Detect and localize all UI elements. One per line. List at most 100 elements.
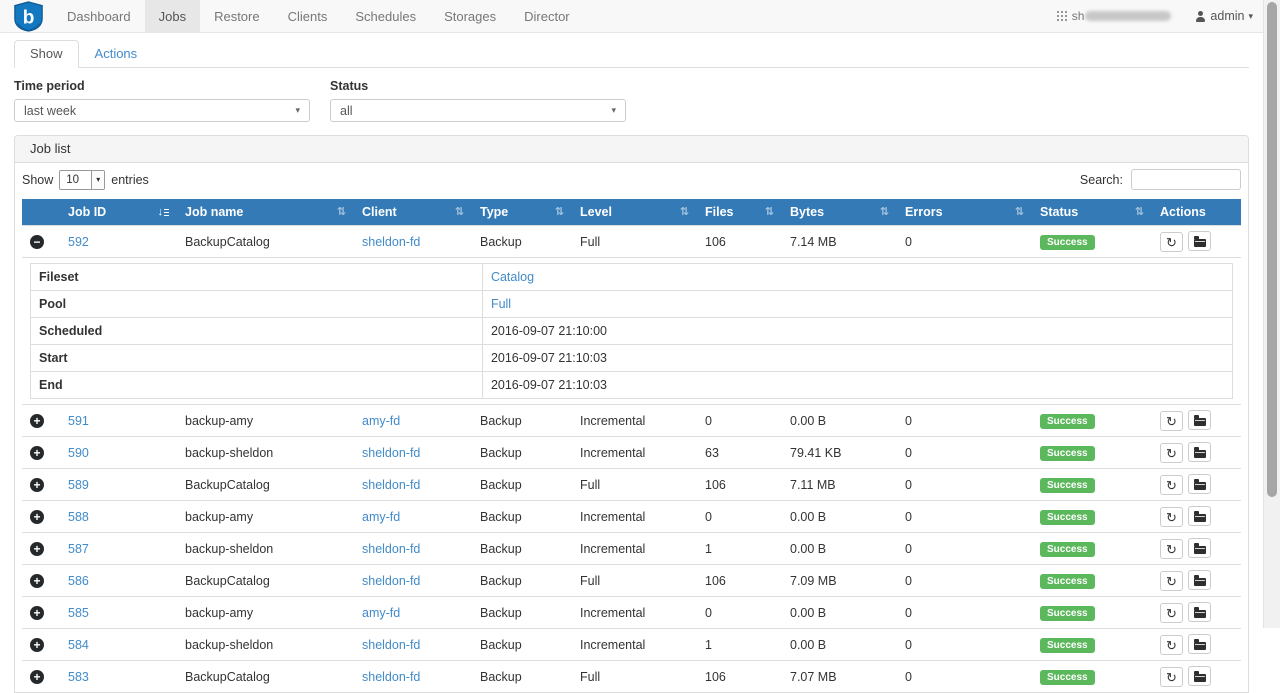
nav-item-dashboard[interactable]: Dashboard bbox=[53, 0, 145, 32]
rerun-button[interactable]: ↻ bbox=[1160, 232, 1183, 252]
files-cell: 106 bbox=[697, 661, 782, 693]
column-header-bytes[interactable]: Bytes ⇅ bbox=[782, 199, 897, 226]
search-input[interactable] bbox=[1131, 169, 1241, 190]
nav-item-jobs[interactable]: Jobs bbox=[145, 0, 200, 32]
files-cell: 106 bbox=[697, 565, 782, 597]
tab-actions[interactable]: Actions bbox=[79, 40, 154, 68]
status-badge: Success bbox=[1040, 574, 1095, 589]
nav-item-clients[interactable]: Clients bbox=[274, 0, 342, 32]
job-id-link[interactable]: 584 bbox=[68, 638, 89, 652]
folder-icon bbox=[1194, 514, 1206, 522]
nav-item-storages[interactable]: Storages bbox=[430, 0, 510, 32]
client-link[interactable]: sheldon-fd bbox=[362, 446, 420, 460]
time-period-select[interactable]: last week ▾ bbox=[14, 99, 310, 122]
job-id-link[interactable]: 588 bbox=[68, 510, 89, 524]
job-id-link[interactable]: 585 bbox=[68, 606, 89, 620]
bytes-cell: 0.00 B bbox=[782, 629, 897, 661]
expand-toggle-icon[interactable]: + bbox=[30, 638, 44, 652]
client-link[interactable]: amy-fd bbox=[362, 414, 400, 428]
expand-toggle-icon[interactable]: + bbox=[30, 510, 44, 524]
bytes-cell: 7.09 MB bbox=[782, 565, 897, 597]
restore-button[interactable] bbox=[1188, 410, 1211, 430]
client-link[interactable]: sheldon-fd bbox=[362, 670, 420, 684]
sort-icon bbox=[158, 204, 170, 220]
nav-item-restore[interactable]: Restore bbox=[200, 0, 274, 32]
client-link[interactable]: sheldon-fd bbox=[362, 574, 420, 588]
restore-button[interactable] bbox=[1188, 602, 1211, 622]
column-label: Errors bbox=[905, 204, 943, 220]
filter-section: Time period last week ▾ Status all ▾ bbox=[14, 78, 1249, 122]
client-link[interactable]: sheldon-fd bbox=[362, 638, 420, 652]
rerun-button[interactable]: ↻ bbox=[1160, 443, 1183, 463]
rerun-icon: ↻ bbox=[1166, 415, 1177, 428]
client-link[interactable]: sheldon-fd bbox=[362, 478, 420, 492]
detail-value-link[interactable]: Full bbox=[491, 297, 511, 311]
rerun-button[interactable]: ↻ bbox=[1160, 475, 1183, 495]
restore-button[interactable] bbox=[1188, 570, 1211, 590]
job-id-link[interactable]: 589 bbox=[68, 478, 89, 492]
table-row: + 584 backup-sheldon sheldon-fd Backup I… bbox=[22, 629, 1241, 661]
job-id-link[interactable]: 587 bbox=[68, 542, 89, 556]
expand-toggle-icon[interactable]: + bbox=[30, 478, 44, 492]
errors-cell: 0 bbox=[897, 405, 1032, 437]
detail-value-link[interactable]: Catalog bbox=[491, 270, 534, 284]
column-header-errors[interactable]: Errors ⇅ bbox=[897, 199, 1032, 226]
restore-button[interactable] bbox=[1188, 666, 1211, 686]
rerun-button[interactable]: ↻ bbox=[1160, 507, 1183, 527]
restore-button[interactable] bbox=[1188, 442, 1211, 462]
entries-select[interactable]: 10 ▾ bbox=[59, 170, 105, 190]
job-id-link[interactable]: 591 bbox=[68, 414, 89, 428]
nav-item-director[interactable]: Director bbox=[510, 0, 584, 32]
restore-button[interactable] bbox=[1188, 474, 1211, 494]
rerun-button[interactable]: ↻ bbox=[1160, 603, 1183, 623]
job-id-link[interactable]: 590 bbox=[68, 446, 89, 460]
expand-toggle-icon[interactable]: + bbox=[30, 606, 44, 620]
client-link[interactable]: amy-fd bbox=[362, 606, 400, 620]
expand-toggle-icon[interactable]: + bbox=[30, 542, 44, 556]
restore-button[interactable] bbox=[1188, 634, 1211, 654]
job-id-link[interactable]: 583 bbox=[68, 670, 89, 684]
restore-button[interactable] bbox=[1188, 231, 1211, 251]
expand-toggle-icon[interactable]: + bbox=[30, 414, 44, 428]
job-name-cell: backup-sheldon bbox=[177, 533, 354, 565]
job-name-cell: BackupCatalog bbox=[177, 226, 354, 258]
column-header-status[interactable]: Status ⇅ bbox=[1032, 199, 1152, 226]
column-header-actions[interactable]: Actions bbox=[1152, 199, 1241, 226]
job-table-body: − 592 BackupCatalog sheldon-fd Backup Fu… bbox=[22, 226, 1241, 693]
director-selector[interactable]: sh bbox=[1057, 9, 1172, 23]
column-header-job-id[interactable]: Job ID bbox=[60, 199, 177, 226]
sort-icon: ⇅ bbox=[555, 204, 564, 220]
job-id-link[interactable]: 586 bbox=[68, 574, 89, 588]
expand-toggle-icon[interactable]: + bbox=[30, 574, 44, 588]
job-id-link[interactable]: 592 bbox=[68, 235, 89, 249]
rerun-button[interactable]: ↻ bbox=[1160, 539, 1183, 559]
client-link[interactable]: amy-fd bbox=[362, 510, 400, 524]
user-menu[interactable]: admin ▾ bbox=[1195, 9, 1253, 23]
column-header-job-name[interactable]: Job name ⇅ bbox=[177, 199, 354, 226]
scrollbar-track[interactable] bbox=[1263, 0, 1280, 628]
bytes-cell: 0.00 B bbox=[782, 533, 897, 565]
expand-toggle-icon[interactable]: − bbox=[30, 235, 44, 249]
scrollbar-thumb[interactable] bbox=[1267, 2, 1277, 497]
rerun-button[interactable]: ↻ bbox=[1160, 411, 1183, 431]
rerun-button[interactable]: ↻ bbox=[1160, 667, 1183, 687]
brand-logo[interactable]: b bbox=[14, 0, 43, 32]
files-cell: 0 bbox=[697, 501, 782, 533]
column-header-files[interactable]: Files ⇅ bbox=[697, 199, 782, 226]
column-header-type[interactable]: Type ⇅ bbox=[472, 199, 572, 226]
rerun-button[interactable]: ↻ bbox=[1160, 571, 1183, 591]
column-header-level[interactable]: Level ⇅ bbox=[572, 199, 697, 226]
expand-toggle-icon[interactable]: + bbox=[30, 446, 44, 460]
expand-toggle-icon[interactable]: + bbox=[30, 670, 44, 684]
client-link[interactable]: sheldon-fd bbox=[362, 542, 420, 556]
tab-show[interactable]: Show bbox=[14, 40, 79, 68]
nav-item-schedules[interactable]: Schedules bbox=[341, 0, 430, 32]
client-link[interactable]: sheldon-fd bbox=[362, 235, 420, 249]
restore-button[interactable] bbox=[1188, 538, 1211, 558]
status-badge: Success bbox=[1040, 638, 1095, 653]
restore-button[interactable] bbox=[1188, 506, 1211, 526]
column-header-client[interactable]: Client ⇅ bbox=[354, 199, 472, 226]
status-select[interactable]: all ▾ bbox=[330, 99, 626, 122]
bytes-cell: 7.11 MB bbox=[782, 469, 897, 501]
rerun-button[interactable]: ↻ bbox=[1160, 635, 1183, 655]
